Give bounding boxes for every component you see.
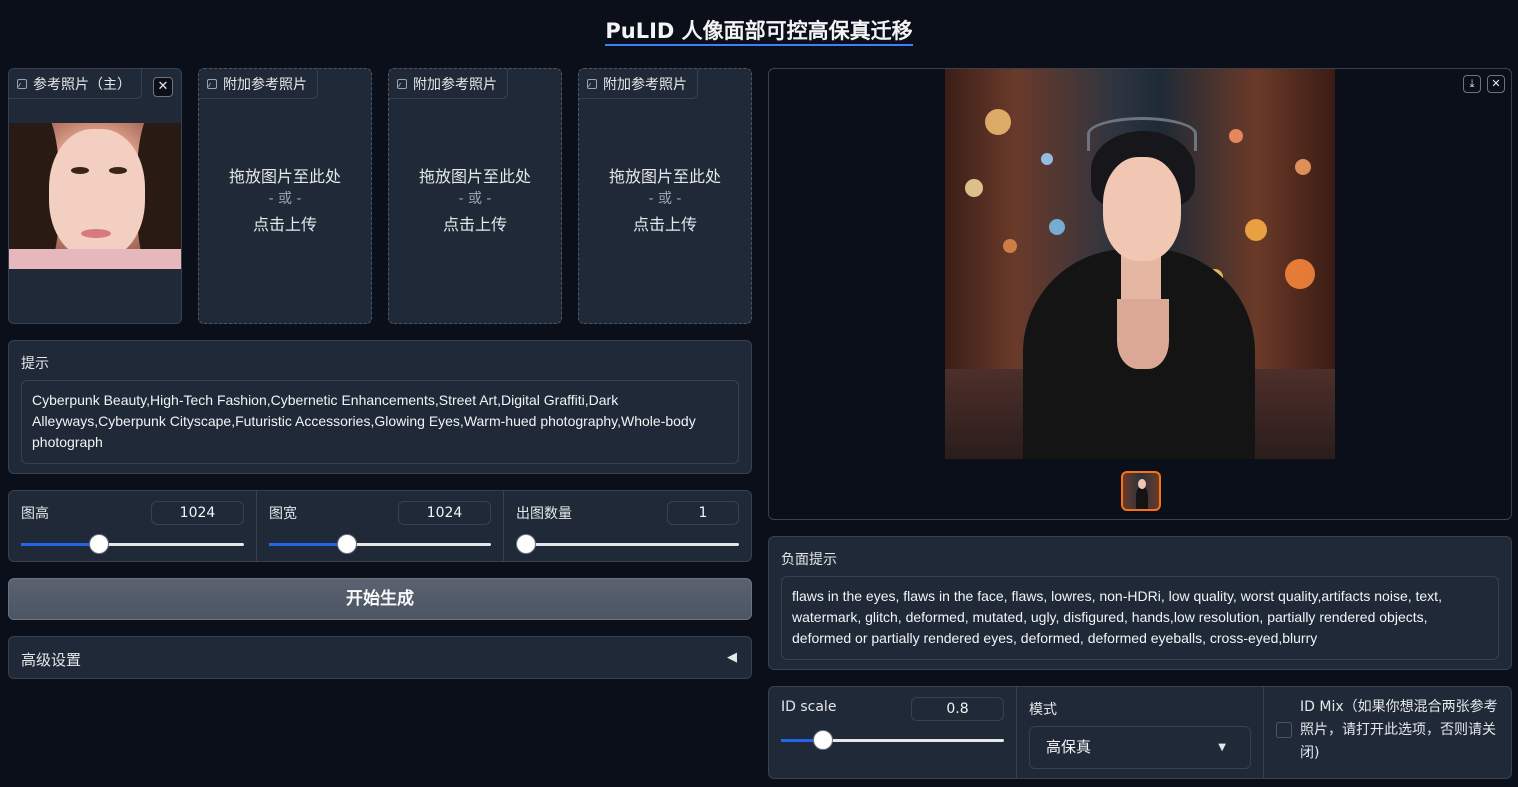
height-slider-thumb[interactable] xyxy=(89,534,110,554)
prompt-label: 提示 xyxy=(21,356,49,372)
width-slider[interactable] xyxy=(269,534,491,554)
download-icon[interactable]: ⤓ xyxy=(1463,75,1481,93)
id-mix-label: ID Mix（如果你想混合两张参考照片，请打开此选项，否则请关闭) xyxy=(1300,699,1498,761)
negative-prompt-label: 负面提示 xyxy=(781,552,837,568)
count-number-input[interactable]: 1 xyxy=(667,501,739,525)
page-title: PuLID 人像面部可控高保真迁移 xyxy=(0,15,1518,46)
id-scale-slider-thumb[interactable] xyxy=(813,730,834,750)
width-number-input[interactable]: 1024 xyxy=(398,501,491,525)
clear-image-button[interactable]: ✕ xyxy=(153,77,173,97)
size-settings-panel: 图高 1024 图宽 1024 出图数量 1 xyxy=(8,490,752,562)
mode-label: 模式 xyxy=(1029,702,1057,718)
main-reference-tab: 参考照片（主） xyxy=(9,69,142,99)
or-text: - 或 - xyxy=(268,191,302,207)
extra-reference-tab-3: 附加参考照片 xyxy=(579,69,698,99)
height-label: 图高 xyxy=(21,506,49,522)
id-mix-checkbox[interactable] xyxy=(1276,722,1292,738)
click-upload-text[interactable]: 点击上传 xyxy=(579,211,751,235)
advanced-settings-label: 高级设置 xyxy=(21,651,82,669)
height-slider-fill xyxy=(21,543,100,546)
width-label: 图宽 xyxy=(269,506,297,522)
width-slider-fill xyxy=(269,543,347,546)
dropdown-caret-icon: ▼ xyxy=(1218,742,1226,753)
width-slider-thumb[interactable] xyxy=(336,534,357,554)
count-label: 出图数量 xyxy=(516,506,572,522)
click-upload-text[interactable]: 点击上传 xyxy=(199,211,371,235)
negative-prompt-panel: 负面提示 flaws in the eyes, flaws in the fac… xyxy=(768,536,1512,670)
mode-selected-value: 高保真 xyxy=(1046,738,1092,756)
advanced-settings-accordion[interactable]: 高级设置 ◀ xyxy=(8,636,752,679)
count-slider-thumb[interactable] xyxy=(516,534,536,554)
extra-reference-tab-1: 附加参考照片 xyxy=(199,69,318,99)
negative-prompt-input[interactable]: flaws in the eyes, flaws in the face, fl… xyxy=(781,576,1499,660)
click-upload-text[interactable]: 点击上传 xyxy=(389,211,561,235)
image-icon xyxy=(397,78,407,89)
generate-button[interactable]: 开始生成 xyxy=(8,578,752,620)
gallery-thumbnail-selected[interactable] xyxy=(1121,471,1161,511)
count-slider[interactable] xyxy=(516,534,739,554)
id-scale-slider[interactable] xyxy=(781,730,1004,750)
prompt-input[interactable]: Cyberpunk Beauty,High-Tech Fashion,Cyber… xyxy=(21,380,739,464)
drop-text: 拖放图片至此处 xyxy=(228,167,341,186)
generated-image[interactable] xyxy=(945,69,1335,459)
extra-reference-tab-2: 附加参考照片 xyxy=(389,69,508,99)
reference-portrait-image xyxy=(9,123,181,269)
collapse-toggle-icon[interactable]: ◀ xyxy=(727,650,737,665)
extra-reference-upload-2[interactable]: 附加参考照片 拖放图片至此处 - 或 - 点击上传 xyxy=(388,68,562,324)
output-gallery: ⤓ ✕ xyxy=(768,68,1512,520)
height-slider[interactable] xyxy=(21,534,244,554)
image-icon xyxy=(587,78,597,89)
prompt-panel: 提示 Cyberpunk Beauty,High-Tech Fashion,Cy… xyxy=(8,340,752,474)
id-scale-number-input[interactable]: 0.8 xyxy=(911,697,1004,721)
or-text: - 或 - xyxy=(648,191,682,207)
drop-text: 拖放图片至此处 xyxy=(418,167,531,186)
mode-select[interactable]: 高保真 ▼ xyxy=(1029,726,1251,769)
height-number-input[interactable]: 1024 xyxy=(151,501,244,525)
extra-reference-upload-3[interactable]: 附加参考照片 拖放图片至此处 - 或 - 点击上传 xyxy=(578,68,752,324)
main-reference-upload[interactable]: 参考照片（主） ✕ xyxy=(8,68,182,324)
drop-text: 拖放图片至此处 xyxy=(608,167,721,186)
id-settings-panel: ID scale 0.8 模式 高保真 ▼ ID Mix（如果你想混合两张参考照… xyxy=(768,686,1512,779)
id-scale-label: ID scale xyxy=(781,699,837,715)
image-icon xyxy=(17,78,27,89)
close-icon[interactable]: ✕ xyxy=(1487,75,1505,93)
image-icon xyxy=(207,78,217,89)
extra-reference-upload-1[interactable]: 附加参考照片 拖放图片至此处 - 或 - 点击上传 xyxy=(198,68,372,324)
or-text: - 或 - xyxy=(458,191,492,207)
